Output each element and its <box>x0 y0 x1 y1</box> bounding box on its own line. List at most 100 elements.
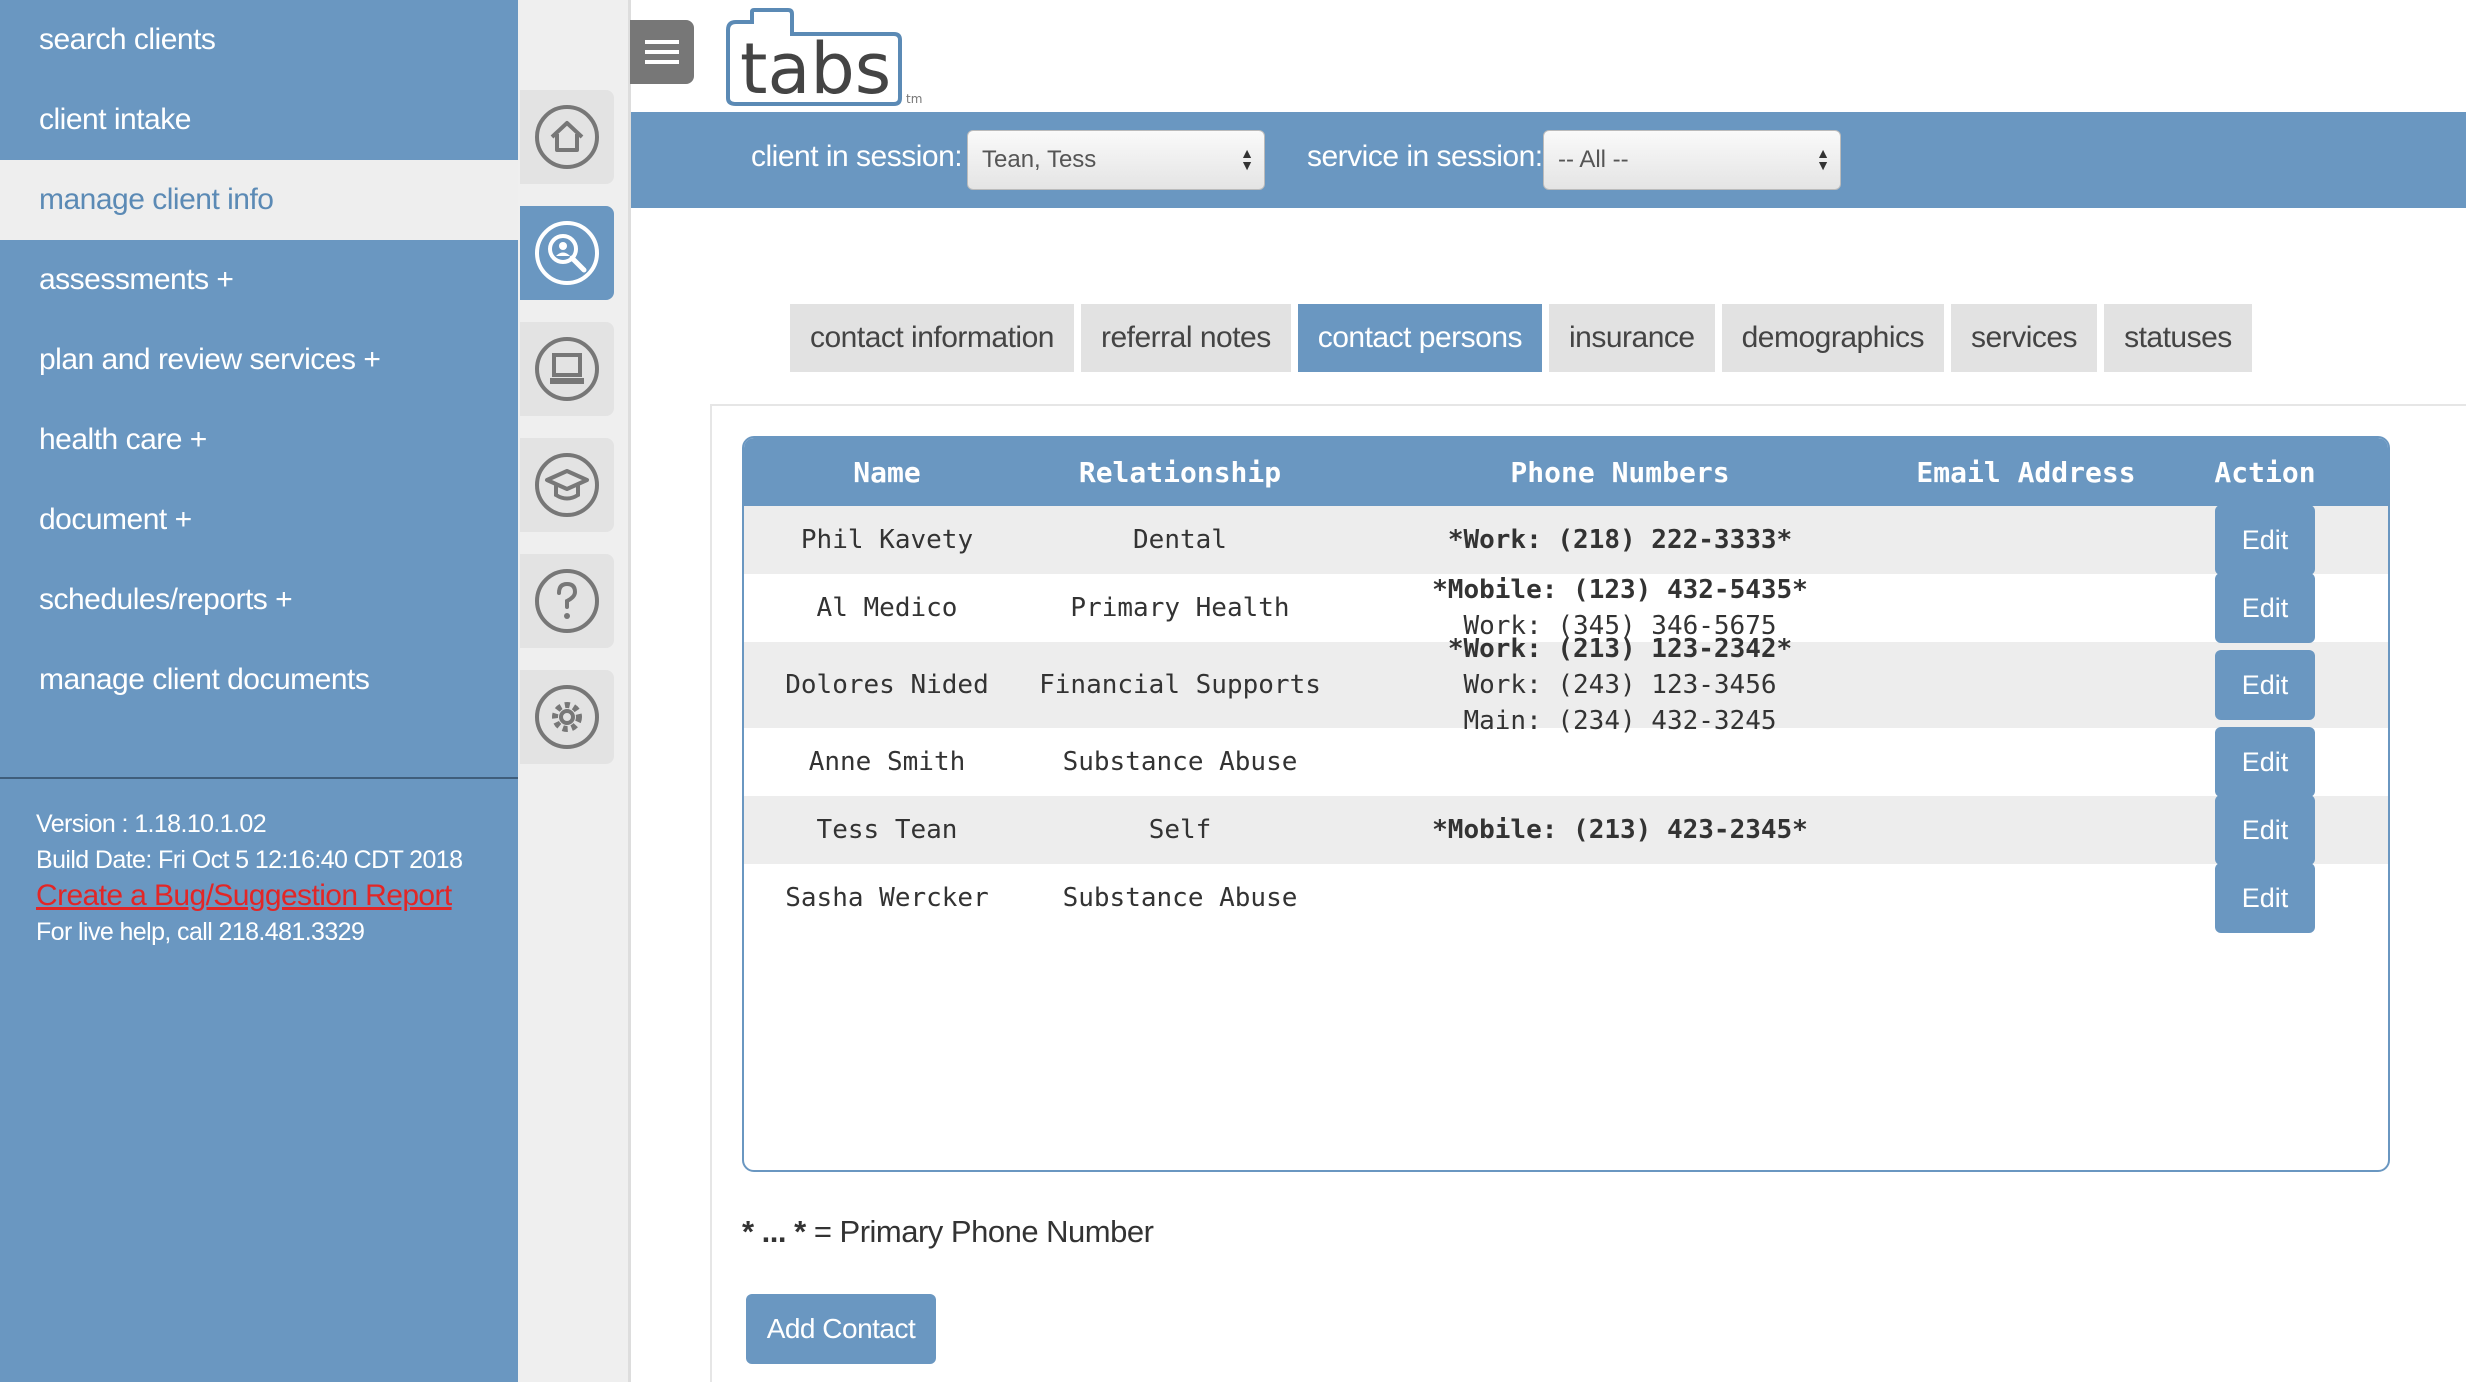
bug-report-link[interactable]: Create a Bug/Suggestion Report <box>36 878 462 914</box>
client-session-label: client in session: <box>751 140 963 173</box>
table-row: Dolores Nided Financial Supports *Work: (2… <box>744 634 2388 736</box>
contacts-table: Name Relationship Phone Numbers Email Ad… <box>742 436 2390 1172</box>
phone-number: Work: (243) 123-3456 <box>1463 670 1777 700</box>
cell-phone-numbers: *Work: (213) 123-2342* Work: (243) 123-34… <box>1330 631 1910 739</box>
cell-name: Tess Tean <box>816 815 958 845</box>
cell-action: Edit <box>2142 795 2388 865</box>
table-row: Sasha Wercker Substance Abuse Edit <box>744 863 2388 933</box>
cell-relationship: Substance Abuse <box>1062 883 1298 913</box>
sidebar-item[interactable]: document + <box>0 480 518 560</box>
phone-number: *Work: (213) 123-2342* <box>1447 634 1793 664</box>
settings-icon <box>535 685 599 749</box>
sidebar-item[interactable]: manage client documents <box>0 640 518 720</box>
menu-toggle-button[interactable] <box>630 20 694 84</box>
header-phone-numbers: Phone Numbers <box>1510 455 1730 489</box>
cell-relationship: Self <box>1148 815 1212 845</box>
header-name: Name <box>853 455 921 489</box>
select-arrows-icon: ▲ ▼ <box>1816 145 1830 173</box>
header-email-address: Email Address <box>1916 455 2136 489</box>
client-session-value: Tean, Tess <box>982 146 1097 173</box>
help-icon <box>535 569 599 633</box>
edit-contact-button[interactable]: Edit <box>2215 650 2315 720</box>
add-contact-button[interactable]: Add Contact <box>746 1294 936 1364</box>
cell-relationship: Financial Supports <box>1039 670 1321 700</box>
cell-name: Phil Kavety <box>800 525 974 555</box>
table-row: Phil Kavety Dental *Work: (218) 222-3333* E… <box>744 505 2388 575</box>
search-client-icon <box>535 221 599 285</box>
service-session-value: -- All -- <box>1558 146 1629 173</box>
settings-button[interactable] <box>520 670 614 764</box>
cell-action: Edit <box>2142 505 2388 575</box>
build-date-text: Build Date: Fri Oct 5 12:16:40 CDT 2018 <box>36 846 463 874</box>
tab-referral-notes[interactable]: referral notes <box>1080 304 1291 372</box>
sidebar-item[interactable]: health care + <box>0 400 518 480</box>
home-button[interactable] <box>520 90 614 184</box>
version-block: Version : 1.18.10.1.02 Build Date: Fri O… <box>36 806 463 950</box>
graduation-cap-icon <box>535 453 599 517</box>
hamburger-icon <box>645 40 679 64</box>
help-text: For live help, call 218.481.3329 <box>36 918 365 946</box>
search-client-button[interactable] <box>520 206 614 300</box>
sidebar: search clients client intake manage client… <box>0 0 518 1382</box>
table-body: Phil Kavety Dental *Work: (218) 222-3333* E… <box>744 505 2388 933</box>
version-text: Version : 1.18.10.1.02 <box>36 810 267 838</box>
edit-contact-button[interactable]: Edit <box>2215 795 2315 865</box>
cell-action: Edit <box>2142 650 2388 720</box>
tab-statuses[interactable]: statuses <box>2104 304 2252 372</box>
tab-contact-information[interactable]: contact information <box>790 304 1074 372</box>
table-row: Tess Tean Self *Mobile: (213) 423-2345* Edi… <box>744 795 2388 865</box>
laptop-button[interactable] <box>520 322 614 416</box>
sidebar-item[interactable]: manage client info <box>0 160 518 240</box>
client-info-tabs: contact information referral notes contact… <box>790 304 2252 372</box>
cell-relationship: Dental <box>1133 525 1227 555</box>
cell-action: Edit <box>2142 863 2388 933</box>
tab-contact-persons[interactable]: contact persons <box>1297 304 1543 372</box>
cell-name: Sasha Wercker <box>785 883 989 913</box>
logo-tm: tm <box>906 92 922 106</box>
sidebar-divider <box>0 777 518 779</box>
sidebar-item[interactable]: search clients <box>0 0 518 80</box>
table-header: Name Relationship Phone Numbers Email Ad… <box>744 438 2388 506</box>
sidebar-item[interactable]: assessments + <box>0 240 518 320</box>
cell-action: Edit <box>2142 727 2388 797</box>
sidebar-item[interactable]: plan and review services + <box>0 320 518 400</box>
phone-number: Main: (234) 432-3245 <box>1463 706 1777 736</box>
primary-phone-legend: * ... * = Primary Phone Number <box>742 1214 1154 1250</box>
svg-text:tabs: tabs <box>740 28 891 108</box>
phone-number: *Work: (218) 222-3333* <box>1447 525 1793 555</box>
header-action: Action <box>2214 455 2316 489</box>
sidebar-item[interactable]: client intake <box>0 80 518 160</box>
laptop-icon <box>535 337 599 401</box>
select-arrows-icon: ▲ ▼ <box>1240 145 1254 173</box>
nav-list: search clients client intake manage client… <box>0 0 518 720</box>
edit-contact-button[interactable]: Edit <box>2215 863 2315 933</box>
cell-phone-numbers: *Mobile: (213) 423-2345* <box>1330 812 1910 848</box>
tab-demographics[interactable]: demographics <box>1721 304 1945 372</box>
session-bar: client in session: Tean, Tess ▲ ▼ service… <box>631 112 2466 208</box>
cell-name: Dolores Nided <box>785 670 989 700</box>
icon-rail <box>518 0 630 1382</box>
cell-action: Edit <box>2142 573 2388 643</box>
cell-relationship: Primary Health <box>1070 593 1290 623</box>
service-session-label: service in session: <box>1307 140 1543 173</box>
phone-number: *Mobile: (123) 432-5435* <box>1432 575 1808 605</box>
service-session-select[interactable]: -- All -- ▲ ▼ <box>1543 130 1841 190</box>
tab-insurance[interactable]: insurance <box>1549 304 1715 372</box>
cell-phone-numbers: *Work: (218) 222-3333* <box>1330 522 1910 558</box>
cell-relationship: Substance Abuse <box>1062 747 1298 777</box>
edit-contact-button[interactable]: Edit <box>2215 727 2315 797</box>
client-session-select[interactable]: Tean, Tess ▲ ▼ <box>967 130 1265 190</box>
help-button[interactable] <box>520 554 614 648</box>
cell-name: Al Medico <box>816 593 958 623</box>
legend-text: = Primary Phone Number <box>805 1214 1154 1249</box>
tabs-logo: tabs tm <box>724 8 934 110</box>
edit-contact-button[interactable]: Edit <box>2215 573 2315 643</box>
training-button[interactable] <box>520 438 614 532</box>
home-icon <box>535 105 599 169</box>
legend-marker: * ... * <box>742 1214 806 1249</box>
header-relationship: Relationship <box>1078 455 1282 489</box>
sidebar-item[interactable]: schedules/reports + <box>0 560 518 640</box>
tab-services[interactable]: services <box>1951 304 2098 372</box>
edit-contact-button[interactable]: Edit <box>2215 505 2315 575</box>
phone-number: *Mobile: (213) 423-2345* <box>1432 815 1808 845</box>
